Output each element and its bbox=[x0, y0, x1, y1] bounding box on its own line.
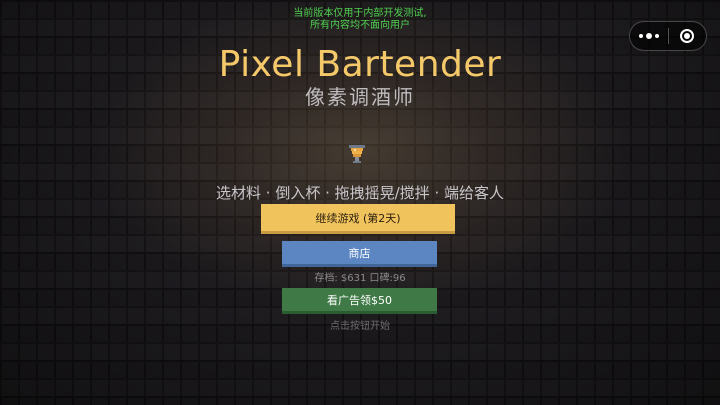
start-hint: 点击按钮开始 bbox=[330, 321, 390, 332]
trophy-icon bbox=[349, 145, 365, 163]
game-subtitle: 像素调酒师 bbox=[305, 85, 415, 109]
target-circle-icon bbox=[680, 29, 695, 43]
watch-ad-reward-button[interactable]: 看广告领$50 bbox=[282, 288, 437, 314]
shop-button[interactable]: 商店 bbox=[282, 241, 437, 267]
how-to-play-instructions: 选材料 · 倒入杯 · 拖拽摇晃/搅拌 · 端给客人 bbox=[216, 184, 504, 202]
continue-game-button[interactable]: 继续游戏 (第2天) bbox=[261, 204, 455, 234]
save-stats: 存档: $631 口碑:96 bbox=[314, 273, 406, 284]
dev-notice-line-1: 当前版本仅用于内部开发测试, bbox=[293, 8, 427, 19]
game-title: Pixel Bartender bbox=[218, 44, 502, 85]
dev-notice-line-2: 所有内容均不面向用户 bbox=[310, 20, 410, 31]
dev-notice: 当前版本仅用于内部开发测试, 所有内容均不面向用户 bbox=[0, 8, 720, 32]
game-screen: { "notice": { "line1": "当前版本仅用于内部开发测试,",… bbox=[0, 0, 720, 405]
more-dots-icon bbox=[638, 33, 659, 39]
